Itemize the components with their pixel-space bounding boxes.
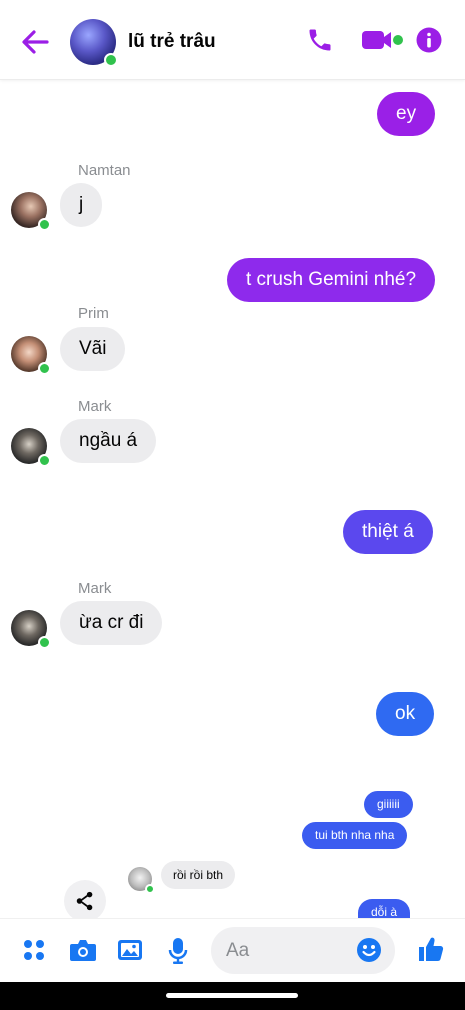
message-input[interactable] [211, 927, 351, 974]
outgoing-message[interactable]: ok [376, 692, 435, 736]
online-indicator [38, 218, 51, 231]
camera-icon[interactable] [69, 937, 97, 963]
message-input-container[interactable] [211, 927, 395, 974]
preview-outgoing-message: giiiiii [364, 791, 413, 818]
info-icon[interactable] [416, 26, 442, 54]
avatar-mark[interactable] [11, 428, 51, 467]
avatar-namtan[interactable] [11, 192, 51, 231]
preview-avatar [128, 867, 155, 894]
share-button[interactable] [64, 880, 106, 922]
online-indicator [145, 884, 155, 894]
share-icon [76, 891, 93, 911]
back-arrow-icon[interactable] [20, 28, 50, 56]
online-indicator [38, 636, 51, 649]
chat-header: lũ trẻ trâu [0, 0, 465, 80]
incoming-message[interactable]: j [60, 183, 103, 227]
incoming-message[interactable]: Vãi [60, 327, 126, 371]
conversation-title[interactable]: lũ trẻ trâu [128, 31, 216, 53]
video-call-icon[interactable] [360, 26, 404, 54]
sender-name: Namtan [78, 162, 131, 179]
sender-name: Mark [78, 398, 112, 415]
phone-icon[interactable] [306, 26, 334, 54]
avatar-mark[interactable] [11, 610, 51, 649]
incoming-message[interactable]: ngầu á [60, 419, 157, 463]
message-composer [0, 918, 465, 982]
preview-outgoing-message: tui bth nha nha [302, 822, 408, 849]
gallery-icon[interactable] [117, 937, 143, 963]
sender-name: Prim [78, 305, 109, 322]
incoming-message[interactable]: ừa cr đi [60, 601, 163, 645]
sender-name: Mark [78, 580, 112, 597]
like-icon[interactable] [418, 935, 444, 963]
online-indicator [38, 454, 51, 467]
group-avatar[interactable] [70, 19, 118, 67]
outgoing-message[interactable]: t crush Gemini nhé? [227, 258, 436, 302]
system-navigation-bar [0, 982, 465, 1010]
home-indicator[interactable] [166, 993, 298, 998]
outgoing-message[interactable]: ey [377, 92, 436, 136]
preview-incoming-message: rồi rồi bth [161, 861, 236, 889]
online-indicator [104, 53, 118, 67]
emoji-icon[interactable] [356, 937, 382, 963]
microphone-icon[interactable] [168, 937, 188, 965]
avatar-prim[interactable] [11, 336, 51, 375]
preview-outgoing-message: dỗi à [358, 899, 411, 919]
apps-icon[interactable] [22, 937, 46, 963]
outgoing-message[interactable]: thiệt á [343, 510, 433, 554]
online-indicator [38, 362, 51, 375]
